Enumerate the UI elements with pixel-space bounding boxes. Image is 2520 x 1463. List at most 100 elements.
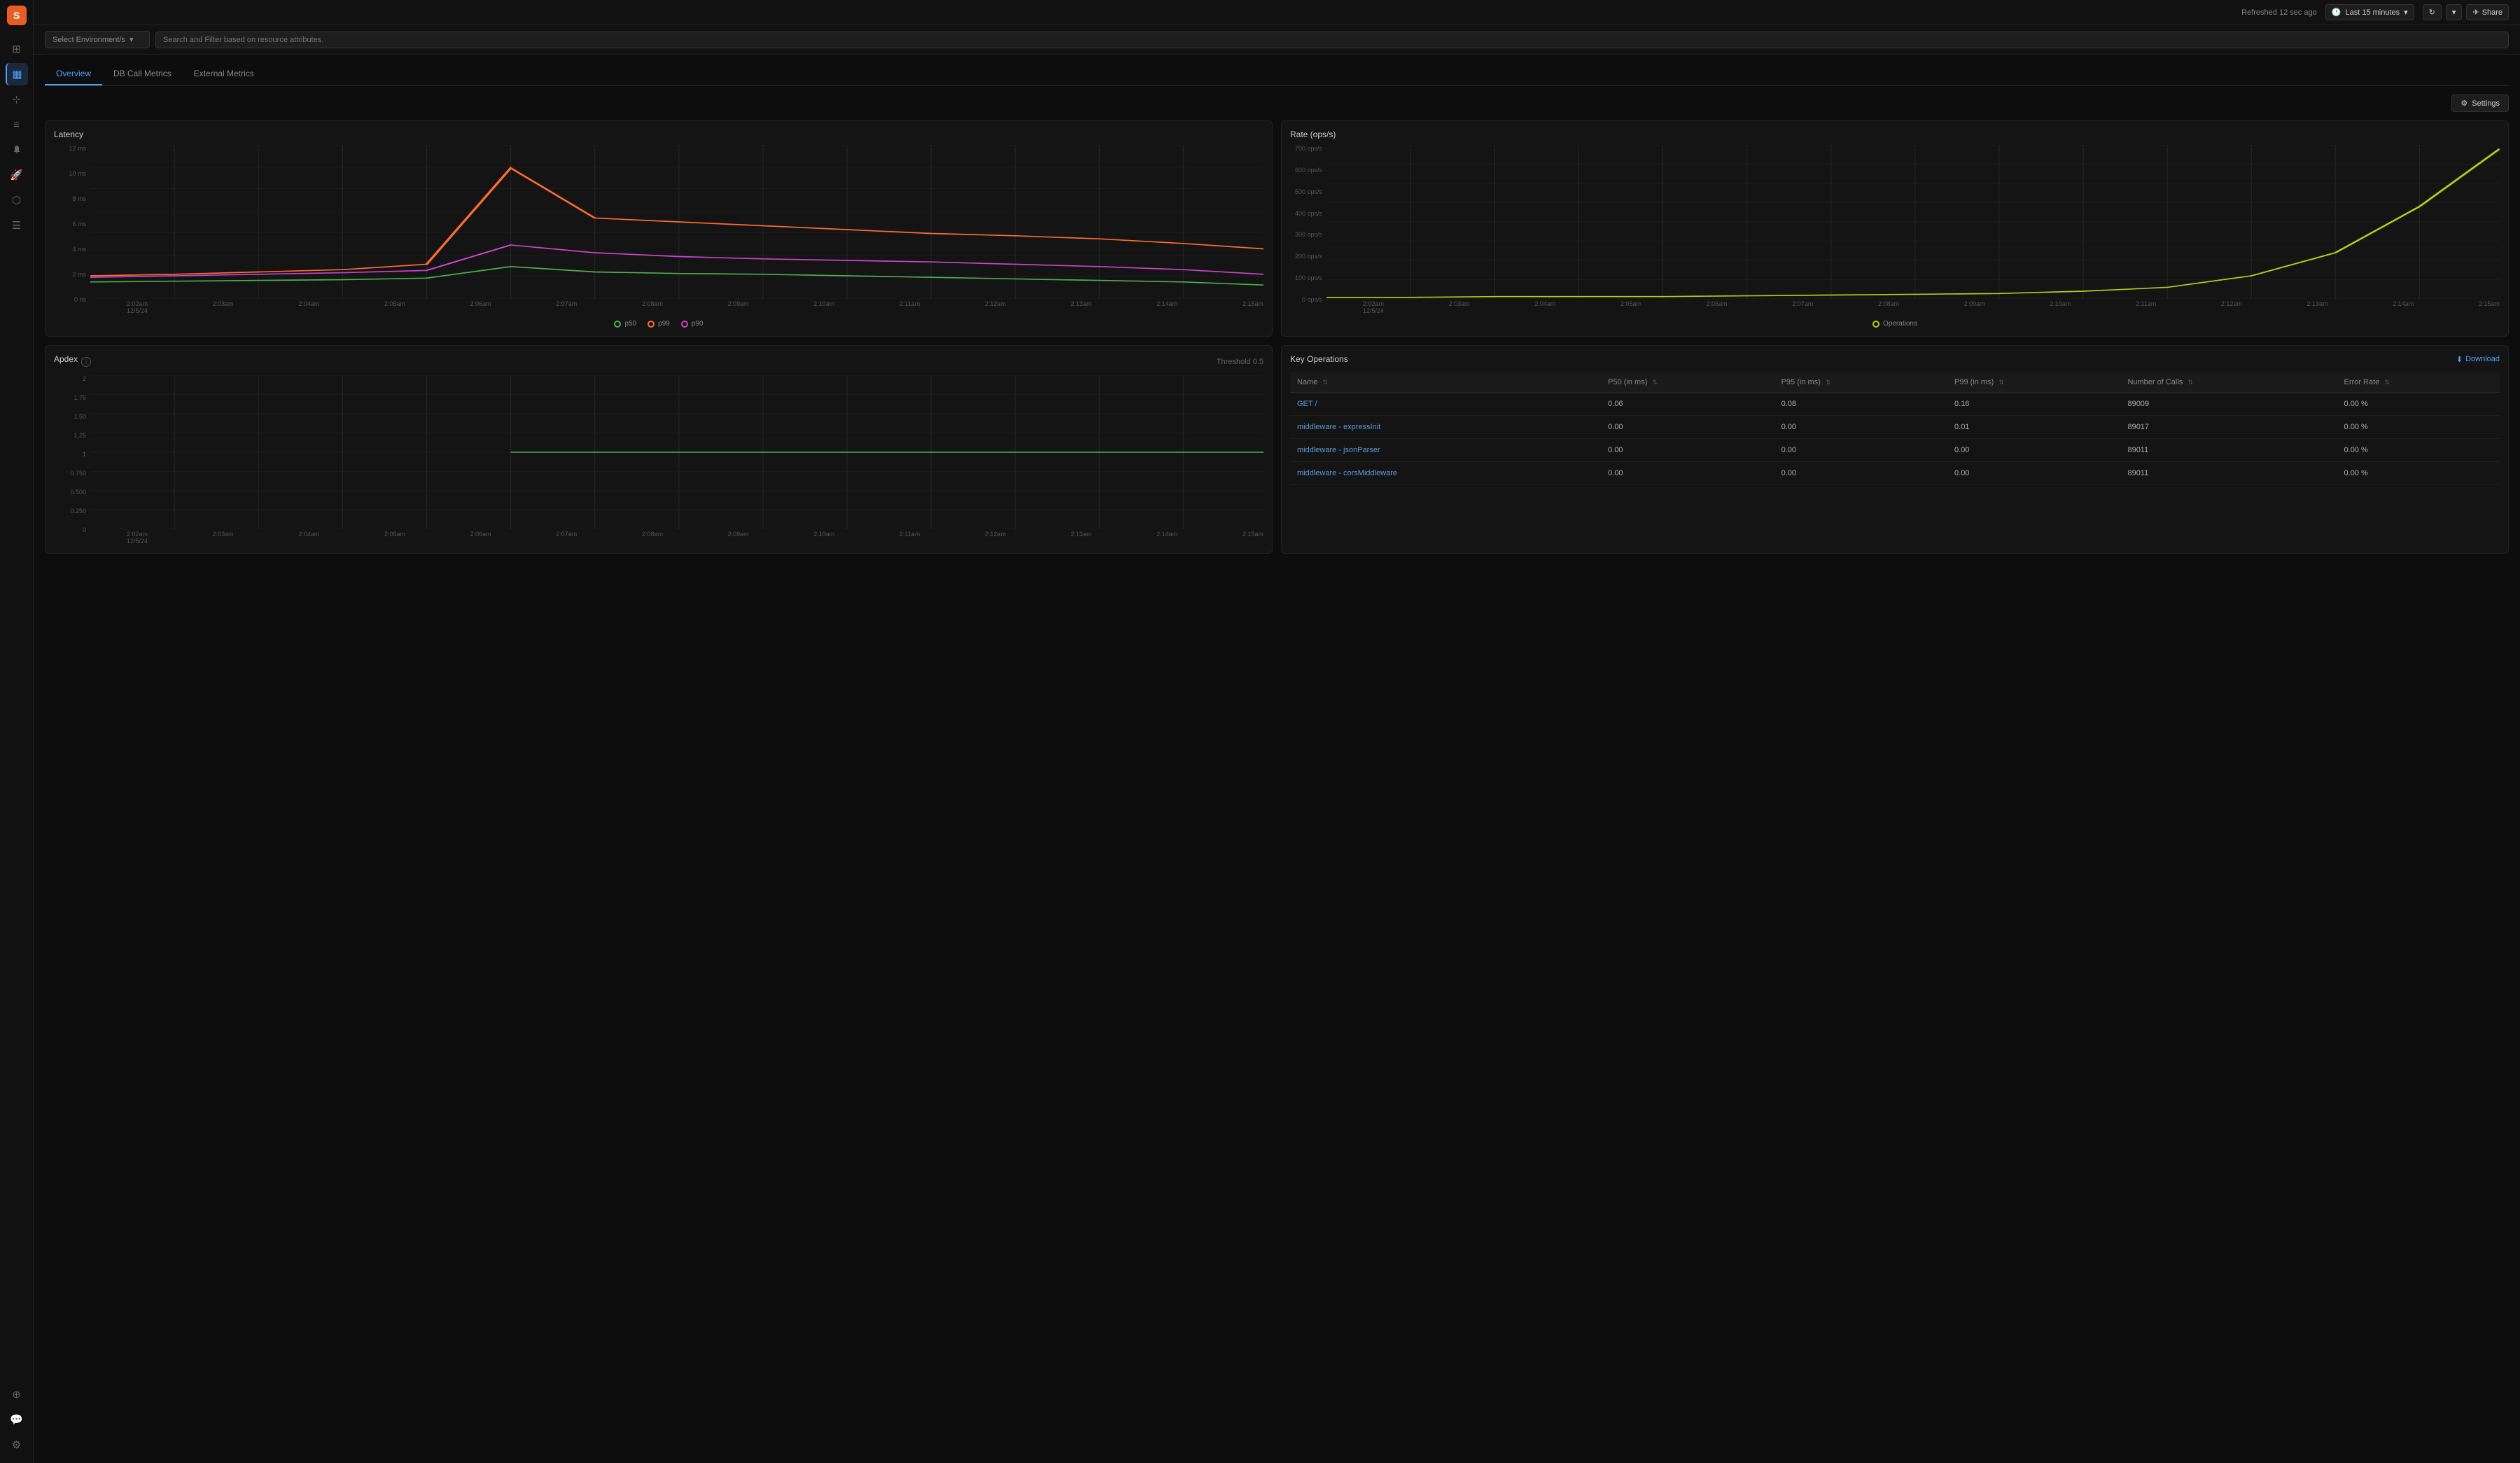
- col-name: Name ⇅: [1290, 372, 1601, 393]
- row-p95-3: 0.00: [1774, 462, 1947, 485]
- nav-icon-traces[interactable]: ⊹: [6, 88, 28, 111]
- nav-icon-metrics[interactable]: ▦: [6, 63, 28, 85]
- nav-icon-logs[interactable]: ≡: [6, 113, 28, 136]
- nav-icon-workspace[interactable]: ⊕: [6, 1383, 28, 1406]
- nav-icon-settings[interactable]: ⚙: [6, 1434, 28, 1456]
- row-p99-3: 0.00: [1947, 462, 2120, 485]
- rate-chart-wrapper: 700 ops/s 600 ops/s 500 ops/s 400 ops/s …: [1290, 145, 2500, 314]
- refresh-button[interactable]: ↻: [2423, 4, 2442, 20]
- top-charts: Latency 12 ms 10 ms 8 ms 6 ms 4 ms 2 ms …: [45, 120, 2509, 337]
- col-error-rate: Error Rate ⇅: [2337, 372, 2500, 393]
- rate-x-axis: 2:02am12/5/24 2:03am 2:04am 2:05am 2:06a…: [1326, 300, 2500, 314]
- latency-chart-area: [90, 145, 1264, 299]
- row-name-2[interactable]: middleware - jsonParser: [1290, 439, 1601, 462]
- refresh-options-button[interactable]: ▾: [2446, 4, 2463, 20]
- row-p99-2: 0.00: [1947, 439, 2120, 462]
- col-p95: P95 (in ms) ⇅: [1774, 372, 1947, 393]
- row-p99-1: 0.01: [1947, 416, 2120, 439]
- tab-overview[interactable]: Overview: [45, 63, 102, 85]
- rate-chart-area: [1326, 145, 2500, 299]
- row-calls-2: 89011: [2120, 439, 2337, 462]
- tab-db-call-metrics[interactable]: DB Call Metrics: [102, 63, 183, 85]
- nav-icon-dashboard[interactable]: ⊞: [6, 38, 28, 60]
- filterbar: Select Environment/s ▾: [34, 25, 2520, 55]
- topbar: Refreshed 12 sec ago 🕐 Last 15 minutes ▾…: [34, 0, 2520, 25]
- settings-label: Settings: [2472, 99, 2500, 108]
- row-error-0: 0.00 %: [2337, 393, 2500, 416]
- tab-external-metrics[interactable]: External Metrics: [183, 63, 265, 85]
- share-button[interactable]: ✈ Share: [2466, 4, 2509, 20]
- nav-icon-list[interactable]: ☰: [6, 214, 28, 237]
- rate-chart-title: Rate (ops/s): [1290, 130, 2500, 139]
- share-icon: ✈: [2472, 8, 2479, 17]
- apdex-chart-wrapper: 2 1.75 1.50 1.25 1 0.750 0.500 0.250 0: [54, 375, 1264, 545]
- legend-p90: p90: [681, 320, 704, 328]
- nav-icon-chat[interactable]: 💬: [6, 1408, 28, 1431]
- apdex-chart-area: [90, 375, 1264, 529]
- rate-legend: Operations: [1290, 320, 2500, 328]
- apdex-info-icon[interactable]: i: [81, 357, 91, 367]
- refresh-status: Refreshed 12 sec ago: [2241, 8, 2317, 17]
- environment-selector[interactable]: Select Environment/s ▾: [45, 31, 150, 48]
- key-operations-card: Key Operations ⬇ Download Name ⇅: [1281, 345, 2509, 554]
- apdex-x-axis: 2:02am12/5/24 2:03am 2:04am 2:05am 2:06a…: [90, 531, 1264, 545]
- chevron-down-icon: ▾: [2404, 8, 2408, 17]
- row-p95-0: 0.08: [1774, 393, 1947, 416]
- sidebar: S ⊞ ▦ ⊹ ≡ 🚀 ⬡ ☰ ⊕ 💬 ⚙: [0, 0, 34, 1463]
- apdex-chart-card: Apdex i Threshold 0.5 2 1.75 1.50 1.25 1…: [45, 345, 1273, 554]
- rate-chart-card: Rate (ops/s) 700 ops/s 600 ops/s 500 ops…: [1281, 120, 2509, 337]
- row-name-3[interactable]: middleware - corsMiddleware: [1290, 462, 1601, 485]
- col-p50: P50 (in ms) ⇅: [1601, 372, 1774, 393]
- col-p99: P99 (in ms) ⇅: [1947, 372, 2120, 393]
- tabs: Overview DB Call Metrics External Metric…: [45, 63, 2509, 86]
- main-content: Refreshed 12 sec ago 🕐 Last 15 minutes ▾…: [34, 0, 2520, 1463]
- row-error-2: 0.00 %: [2337, 439, 2500, 462]
- apdex-chart-title: Apdex: [54, 354, 78, 364]
- legend-p99: p99: [648, 320, 670, 328]
- clock-icon: 🕐: [2332, 8, 2342, 17]
- search-input[interactable]: [155, 31, 2509, 48]
- time-selector[interactable]: 🕐 Last 15 minutes ▾: [2325, 4, 2414, 20]
- row-calls-1: 89017: [2120, 416, 2337, 439]
- apdex-y-axis: 2 1.75 1.50 1.25 1 0.750 0.500 0.250 0: [54, 375, 90, 545]
- row-error-3: 0.00 %: [2337, 462, 2500, 485]
- row-error-1: 0.00 %: [2337, 416, 2500, 439]
- sort-icon-calls: ⇅: [2188, 379, 2193, 386]
- latency-legend: p50 p99 p90: [54, 320, 1264, 328]
- row-calls-3: 89011: [2120, 462, 2337, 485]
- latency-y-axis: 12 ms 10 ms 8 ms 6 ms 4 ms 2 ms 0 ns: [54, 145, 90, 314]
- settings-row: ⚙ Settings: [45, 94, 2509, 112]
- apdex-header: Apdex i Threshold 0.5: [54, 354, 1264, 370]
- table-row: middleware - corsMiddleware 0.00 0.00 0.…: [1290, 462, 2500, 485]
- key-operations-header: Key Operations ⬇ Download: [1290, 354, 2500, 364]
- row-calls-0: 89009: [2120, 393, 2337, 416]
- row-p95-1: 0.00: [1774, 416, 1947, 439]
- download-icon: ⬇: [2456, 355, 2463, 364]
- col-calls: Number of Calls ⇅: [2120, 372, 2337, 393]
- app-logo[interactable]: S: [7, 6, 27, 25]
- nav-icon-tests[interactable]: ⬡: [6, 189, 28, 211]
- download-label: Download: [2465, 355, 2500, 363]
- bottom-charts: Apdex i Threshold 0.5 2 1.75 1.50 1.25 1…: [45, 345, 2509, 554]
- settings-button[interactable]: ⚙ Settings: [2451, 94, 2509, 112]
- key-operations-title: Key Operations: [1290, 354, 1348, 364]
- table-row: GET / 0.06 0.08 0.16 89009 0.00 %: [1290, 393, 2500, 416]
- nav-icon-alerts[interactable]: [6, 139, 28, 161]
- row-p50-1: 0.00: [1601, 416, 1774, 439]
- row-p50-2: 0.00: [1601, 439, 1774, 462]
- nav-icon-deploy[interactable]: 🚀: [6, 164, 28, 186]
- row-name-1[interactable]: middleware - expressInit: [1290, 416, 1601, 439]
- row-p50-0: 0.06: [1601, 393, 1774, 416]
- sort-icon-error-rate: ⇅: [2384, 379, 2390, 386]
- key-operations-body: GET / 0.06 0.08 0.16 89009 0.00 % middle…: [1290, 393, 2500, 485]
- sort-icon-p50: ⇅: [1652, 379, 1658, 386]
- key-operations-table: Name ⇅ P50 (in ms) ⇅ P95 (in ms) ⇅: [1290, 372, 2500, 485]
- env-label: Select Environment/s: [52, 36, 125, 44]
- latency-x-axis: 2:02am12/5/24 2:03am 2:04am 2:05am 2:06a…: [90, 300, 1264, 314]
- latency-chart-card: Latency 12 ms 10 ms 8 ms 6 ms 4 ms 2 ms …: [45, 120, 1273, 337]
- legend-operations: Operations: [1872, 320, 1917, 328]
- download-button[interactable]: ⬇ Download: [2456, 355, 2500, 364]
- sort-icon-p95: ⇅: [1826, 379, 1831, 386]
- row-name-0[interactable]: GET /: [1290, 393, 1601, 416]
- env-chevron-icon: ▾: [130, 35, 134, 44]
